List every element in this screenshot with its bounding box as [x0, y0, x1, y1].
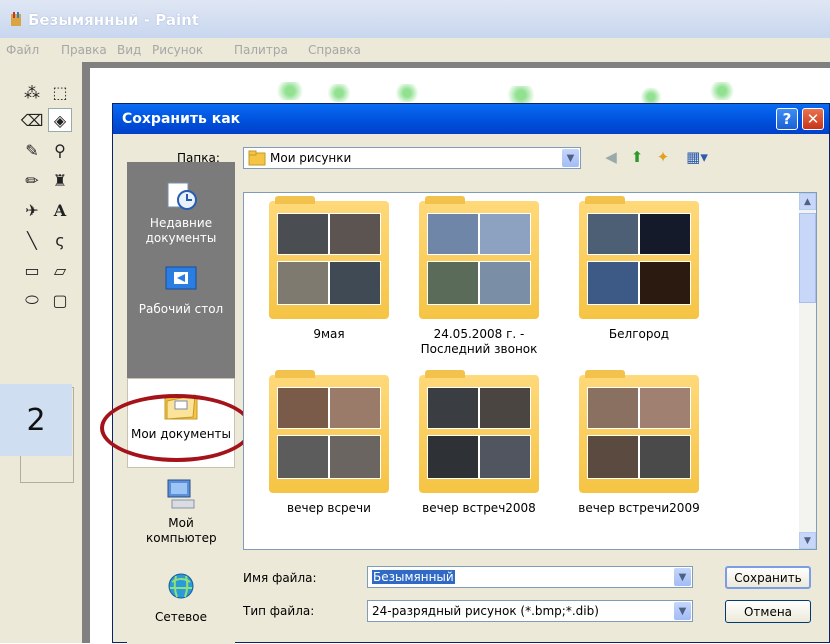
- up-folder-icon[interactable]: ⬆: [627, 147, 647, 167]
- network-icon: [168, 573, 194, 599]
- rect-select-icon[interactable]: ⬚: [48, 80, 72, 104]
- desktop-icon: [165, 266, 197, 290]
- place-desktop[interactable]: Рабочий стол: [127, 254, 235, 346]
- menu-image[interactable]: Рисунок: [152, 43, 203, 57]
- highlight-circle: [100, 394, 253, 462]
- scrollbar-thumb[interactable]: [799, 213, 816, 303]
- chevron-down-icon[interactable]: ▼: [674, 602, 691, 620]
- line-icon[interactable]: ╲: [20, 228, 44, 252]
- rectangle-icon[interactable]: ▭: [20, 258, 44, 282]
- free-select-icon[interactable]: ⁂: [20, 80, 44, 104]
- view-menu-icon[interactable]: ▦▾: [681, 147, 713, 167]
- folder-thumbnail: [579, 370, 699, 493]
- filetype-select[interactable]: 24-разрядный рисунок (*.bmp;*.dib) ▼: [367, 600, 693, 622]
- save-as-dialog: Сохранить как ? ✕ Папка: Мои рисунки ▼ ◀…: [100, 103, 830, 644]
- back-icon[interactable]: ◀: [601, 147, 621, 167]
- menu-help[interactable]: Справка: [308, 43, 361, 57]
- place-my-computer[interactable]: Мой компьютер: [127, 468, 235, 560]
- place-label: Недавние документы: [145, 216, 217, 245]
- close-button[interactable]: ✕: [802, 108, 824, 130]
- folder-label: Белгород: [608, 327, 670, 341]
- toolbox: ⁂ ⬚ ⌫ ◈ ✎ ⚲ ✏ ♜ ✈ A ╲ ς ▭ ▱ ⬭ ▢ 2: [0, 62, 82, 643]
- folder-select[interactable]: Мои рисунки ▼: [243, 147, 581, 169]
- folder-thumbnail: [269, 370, 389, 493]
- ellipse-icon[interactable]: ⬭: [20, 288, 44, 312]
- folder-item[interactable]: вечер встречи2009: [574, 370, 704, 516]
- place-network[interactable]: Сетевое: [127, 560, 235, 644]
- filename-label: Имя файла:: [243, 571, 317, 585]
- folder-icon: [248, 150, 266, 166]
- pencil-icon[interactable]: ✏: [20, 168, 44, 192]
- save-button[interactable]: Сохранить: [725, 566, 811, 589]
- scroll-down-icon[interactable]: ▼: [799, 532, 816, 549]
- chevron-down-icon[interactable]: ▼: [562, 149, 579, 167]
- place-recent-documents[interactable]: Недавние документы: [127, 162, 235, 254]
- filename-value: Безымянный: [372, 570, 455, 584]
- folder-select-value: Мои рисунки: [270, 151, 352, 165]
- file-list-view: 9мая 24.05.2008 г. - Последний звонок Бе…: [243, 192, 817, 550]
- dialog-title-bar[interactable]: Сохранить как ? ✕: [113, 104, 829, 134]
- filetype-value: 24-разрядный рисунок (*.bmp;*.dib): [372, 604, 599, 618]
- folder-thumbnail: [269, 196, 389, 319]
- my-computer-icon: [167, 479, 195, 509]
- menu-view[interactable]: Вид: [117, 43, 141, 57]
- color-picker-icon[interactable]: ✎: [20, 138, 44, 162]
- new-folder-icon[interactable]: ✦: [653, 147, 673, 167]
- text-tool-icon[interactable]: A: [48, 198, 72, 222]
- paint-window-title: Безымянный - Paint: [28, 11, 199, 29]
- menu-edit[interactable]: Правка: [61, 43, 107, 57]
- eraser-icon[interactable]: ⌫: [20, 108, 44, 132]
- folder-item[interactable]: 24.05.2008 г. - Последний звонок: [414, 196, 544, 357]
- folder-item[interactable]: вечер встреч2008: [414, 370, 544, 516]
- place-label: Мой компьютер: [146, 516, 217, 545]
- place-label: Сетевое: [155, 610, 207, 624]
- folder-thumbnail: [419, 196, 539, 319]
- paint-title-bar: Безымянный - Paint: [0, 0, 830, 38]
- curve-icon[interactable]: ς: [48, 228, 72, 252]
- folder-item[interactable]: вечер всречи: [264, 370, 394, 516]
- menu-palette[interactable]: Палитра: [234, 43, 288, 57]
- rounded-rect-icon[interactable]: ▢: [48, 288, 72, 312]
- folder-item[interactable]: Белгород: [574, 196, 704, 342]
- canvas-drawing-mark: [322, 84, 356, 102]
- magnifier-icon[interactable]: ⚲: [48, 138, 72, 162]
- step-number-badge: 2: [0, 384, 72, 456]
- canvas-drawing-mark: [390, 84, 424, 102]
- folder-label: вечер всречи: [287, 501, 371, 515]
- canvas-drawing-mark: [270, 82, 310, 100]
- cancel-button[interactable]: Отмена: [725, 600, 811, 623]
- folder-label: 9мая: [313, 327, 345, 341]
- folder-label: вечер встреч2008: [422, 501, 536, 515]
- scroll-up-icon[interactable]: ▲: [799, 193, 816, 210]
- airbrush-icon[interactable]: ✈: [20, 198, 44, 222]
- folder-label: вечер встречи2009: [578, 501, 700, 515]
- filetype-label: Тип файла:: [243, 604, 315, 618]
- canvas-drawing-mark: [704, 82, 740, 100]
- menu-bar: Файл Правка Вид Рисунок Палитра Справка: [0, 38, 830, 62]
- folder-thumbnail: [579, 196, 699, 319]
- folder-thumbnail: [419, 370, 539, 493]
- vertical-scrollbar[interactable]: ▲ ▼: [799, 193, 816, 549]
- canvas-drawing-mark: [500, 86, 542, 104]
- place-label: Рабочий стол: [138, 302, 224, 316]
- polygon-icon[interactable]: ▱: [48, 258, 72, 282]
- brush-icon[interactable]: ♜: [48, 168, 72, 192]
- filename-input[interactable]: Безымянный ▼: [367, 566, 693, 588]
- recent-documents-icon: [167, 182, 197, 210]
- folder-item[interactable]: 9мая: [264, 196, 394, 342]
- paint-app-icon: [11, 12, 21, 26]
- folder-label: 24.05.2008 г. - Последний звонок: [420, 327, 538, 356]
- dialog-title: Сохранить как: [122, 111, 241, 127]
- help-button[interactable]: ?: [776, 108, 798, 130]
- menu-file[interactable]: Файл: [6, 43, 39, 57]
- chevron-down-icon[interactable]: ▼: [674, 568, 691, 586]
- fill-bucket-icon[interactable]: ◈: [48, 108, 72, 132]
